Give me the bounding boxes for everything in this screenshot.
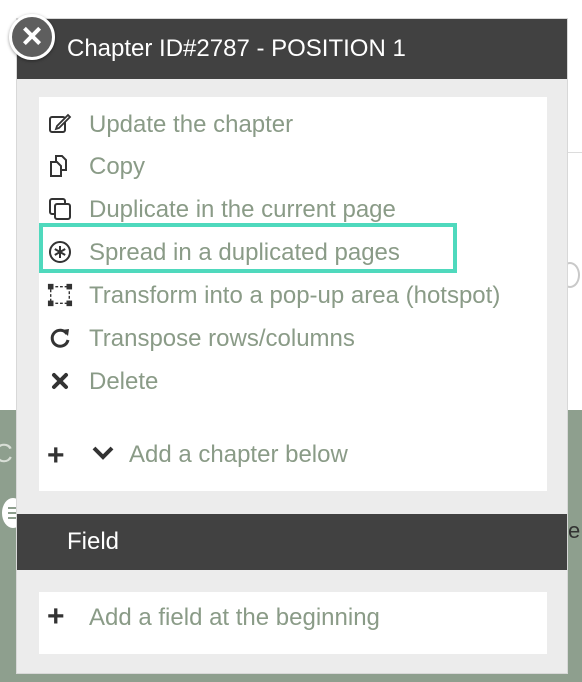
background-text-e: e xyxy=(568,518,581,543)
field-section-title: Field xyxy=(67,528,120,555)
menu-item-label: Delete xyxy=(89,368,159,395)
plus-icon: + xyxy=(47,600,65,633)
menu-item-hotspot[interactable]: Transform into a pop-up area (hotspot) xyxy=(39,274,547,314)
background-text-c: C xyxy=(0,438,13,468)
refresh-icon xyxy=(47,325,73,351)
edit-icon xyxy=(47,111,73,137)
chapter-menu: Update the chapter Copy Duplicate in the… xyxy=(39,97,547,491)
popup-header: Chapter ID#2787 - POSITION 1 xyxy=(17,19,567,79)
menu-item-label: Copy xyxy=(89,153,146,180)
add-chapter-label: Add a chapter below xyxy=(129,441,348,468)
duplicate-icon xyxy=(47,196,73,222)
plus-icon: + xyxy=(47,439,65,472)
chevron-down-icon[interactable] xyxy=(91,443,115,468)
hotspot-icon xyxy=(47,282,73,308)
menu-item-label: Transform into a pop-up area (hotspot) xyxy=(89,282,501,309)
close-button[interactable]: × xyxy=(9,14,55,60)
menu-item-transpose[interactable]: Transpose rows/columns xyxy=(39,317,547,357)
copy-icon xyxy=(47,153,73,179)
add-chapter-below[interactable]: + Add a chapter below xyxy=(39,433,547,473)
menu-item-label: Duplicate in the current page xyxy=(89,196,396,223)
delete-icon xyxy=(47,368,73,394)
chapter-popup: Chapter ID#2787 - POSITION 1 Update the … xyxy=(16,18,568,674)
menu-item-spread[interactable]: Spread in a duplicated pages xyxy=(39,223,547,273)
add-field-item[interactable]: + Add a field at the beginning xyxy=(39,592,547,654)
spread-icon xyxy=(47,239,73,265)
popup-title: Chapter ID#2787 - POSITION 1 xyxy=(67,35,406,62)
menu-item-duplicate[interactable]: Duplicate in the current page xyxy=(39,188,547,228)
add-field-label: Add a field at the beginning xyxy=(89,604,380,631)
menu-item-label: Update the chapter xyxy=(89,111,294,138)
menu-item-delete[interactable]: Delete xyxy=(39,360,547,400)
menu-item-copy[interactable]: Copy xyxy=(39,145,547,185)
menu-item-label: Transpose rows/columns xyxy=(89,325,355,352)
field-section-header: Field xyxy=(17,514,567,570)
menu-item-label: Spread in a duplicated pages xyxy=(89,239,400,266)
menu-item-update[interactable]: Update the chapter xyxy=(39,103,547,143)
